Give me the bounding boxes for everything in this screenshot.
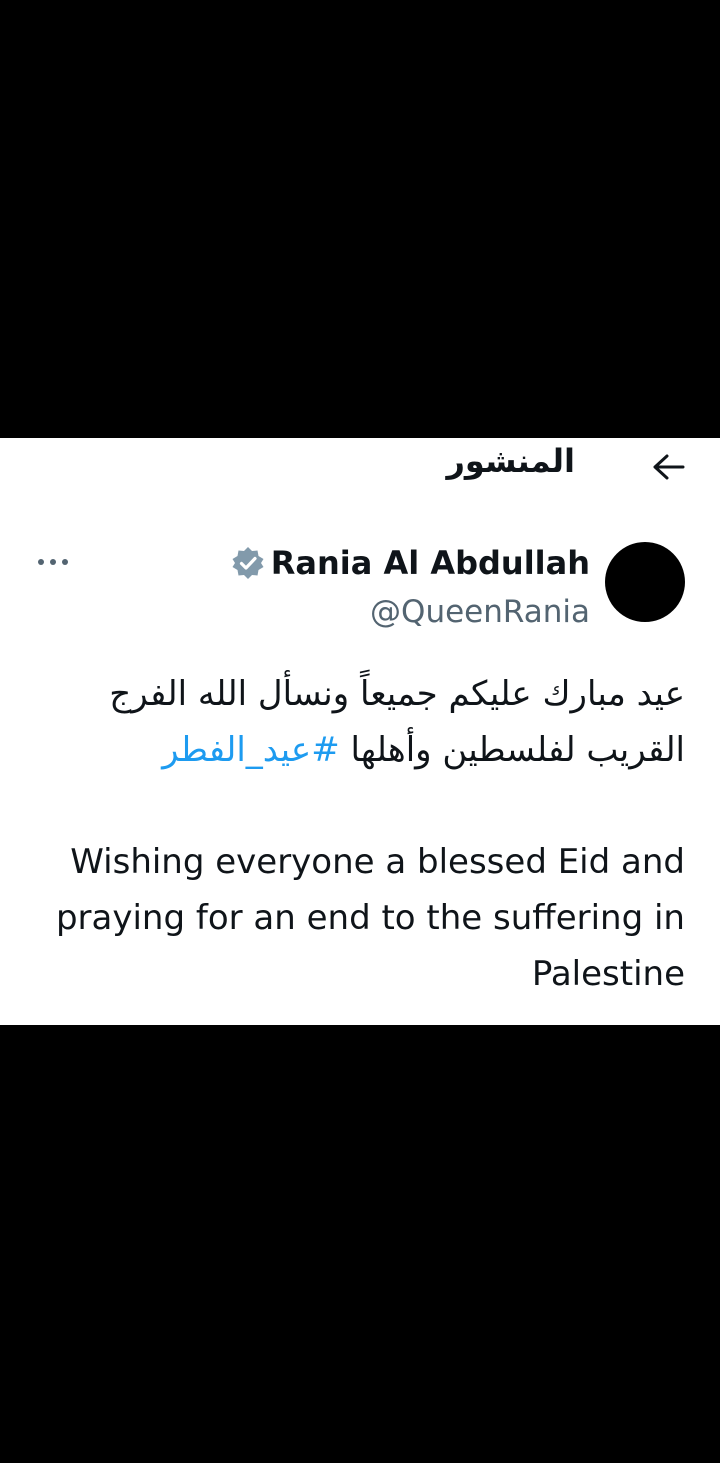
phone-screen: المنشور Rania Al Abdullah @QueenRania عي…: [0, 0, 720, 1463]
top-bar: المنشور: [0, 438, 720, 494]
tweet-body: عيد مبارك عليكم جميعاً ونسأل الله الفرج …: [35, 666, 685, 1002]
author-name-row[interactable]: Rania Al Abdullah: [231, 544, 590, 582]
verified-badge-icon: [232, 547, 264, 579]
avatar[interactable]: [605, 542, 685, 622]
tweet-english-text: Wishing everyone a blessed Eid and prayi…: [55, 842, 685, 994]
more-options-button[interactable]: [28, 542, 78, 582]
hashtag-link[interactable]: #عيد_الفطر: [162, 730, 340, 770]
author-handle[interactable]: @QueenRania: [370, 594, 590, 630]
author-display-name: Rania Al Abdullah: [270, 544, 590, 582]
page-title: المنشور: [446, 442, 575, 480]
more-dots-icon: [38, 559, 68, 565]
back-button[interactable]: [648, 446, 690, 488]
arrow-back-icon: [653, 454, 685, 480]
post-view: المنشور Rania Al Abdullah @QueenRania عي…: [0, 438, 720, 1025]
tweet-arabic-text: عيد مبارك عليكم جميعاً ونسأل الله الفرج …: [35, 666, 685, 778]
